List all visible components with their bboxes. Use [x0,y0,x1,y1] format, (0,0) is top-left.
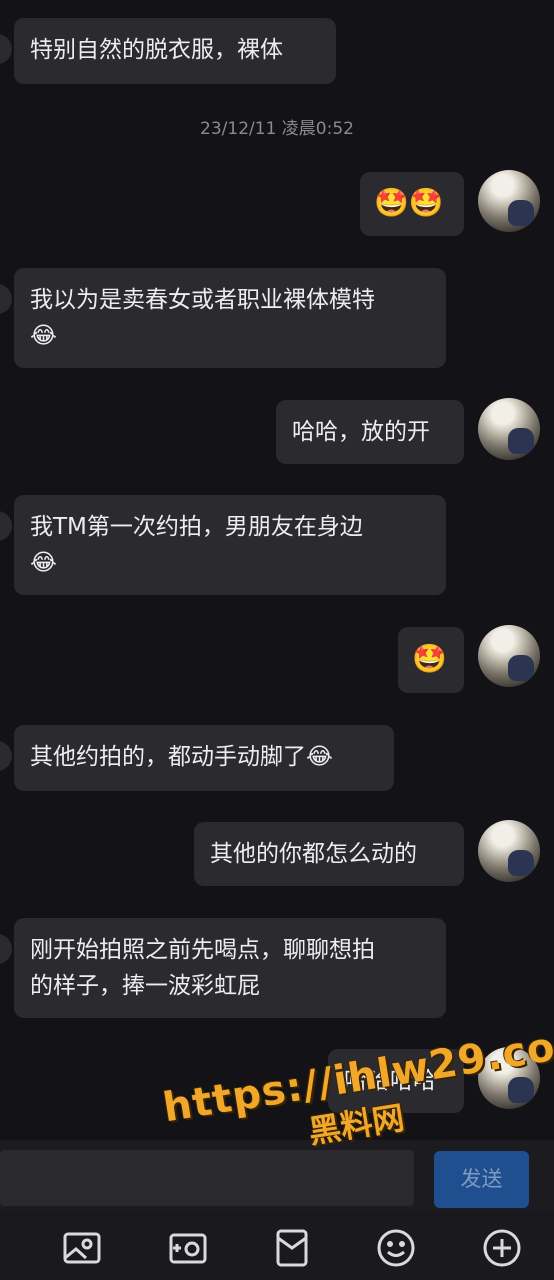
timestamp: 23/12/11 凌晨0:52 [200,119,354,139]
emoji-icon[interactable] [376,1228,416,1268]
avatar[interactable] [478,170,540,232]
avatar[interactable] [0,34,12,64]
avatar[interactable] [478,820,540,882]
message-bubble[interactable]: 特别自然的脱衣服，裸体 [14,18,336,84]
message-bubble[interactable]: 其他的你都怎么动的 [194,822,464,886]
add-icon[interactable] [482,1228,522,1268]
avatar[interactable] [478,398,540,460]
avatar[interactable] [0,284,12,314]
message-bubble[interactable]: 刚开始拍照之前先喝点，聊聊想拍 的样子，捧一波彩虹屁 [14,918,446,1018]
avatar[interactable] [478,625,540,687]
message-bubble[interactable]: 我以为是卖春女或者职业裸体模特 😂 [14,268,446,368]
avatar[interactable] [0,511,12,541]
avatar[interactable] [0,741,12,771]
avatar[interactable] [0,934,12,964]
red-packet-icon[interactable] [272,1228,312,1268]
message-bubble[interactable]: 🤩 [398,627,464,693]
message-bubble[interactable]: 哈哈，放的开 [276,400,464,464]
image-icon[interactable] [62,1228,102,1268]
camera-icon[interactable] [168,1228,208,1268]
message-bubble[interactable]: 其他约拍的，都动手动脚了😂 [14,725,394,791]
message-bubble[interactable]: 我TM第一次约拍，男朋友在身边 😂 [14,495,446,595]
send-button[interactable]: 发送 [434,1151,529,1208]
message-bubble[interactable]: 🤩🤩 [360,172,464,236]
